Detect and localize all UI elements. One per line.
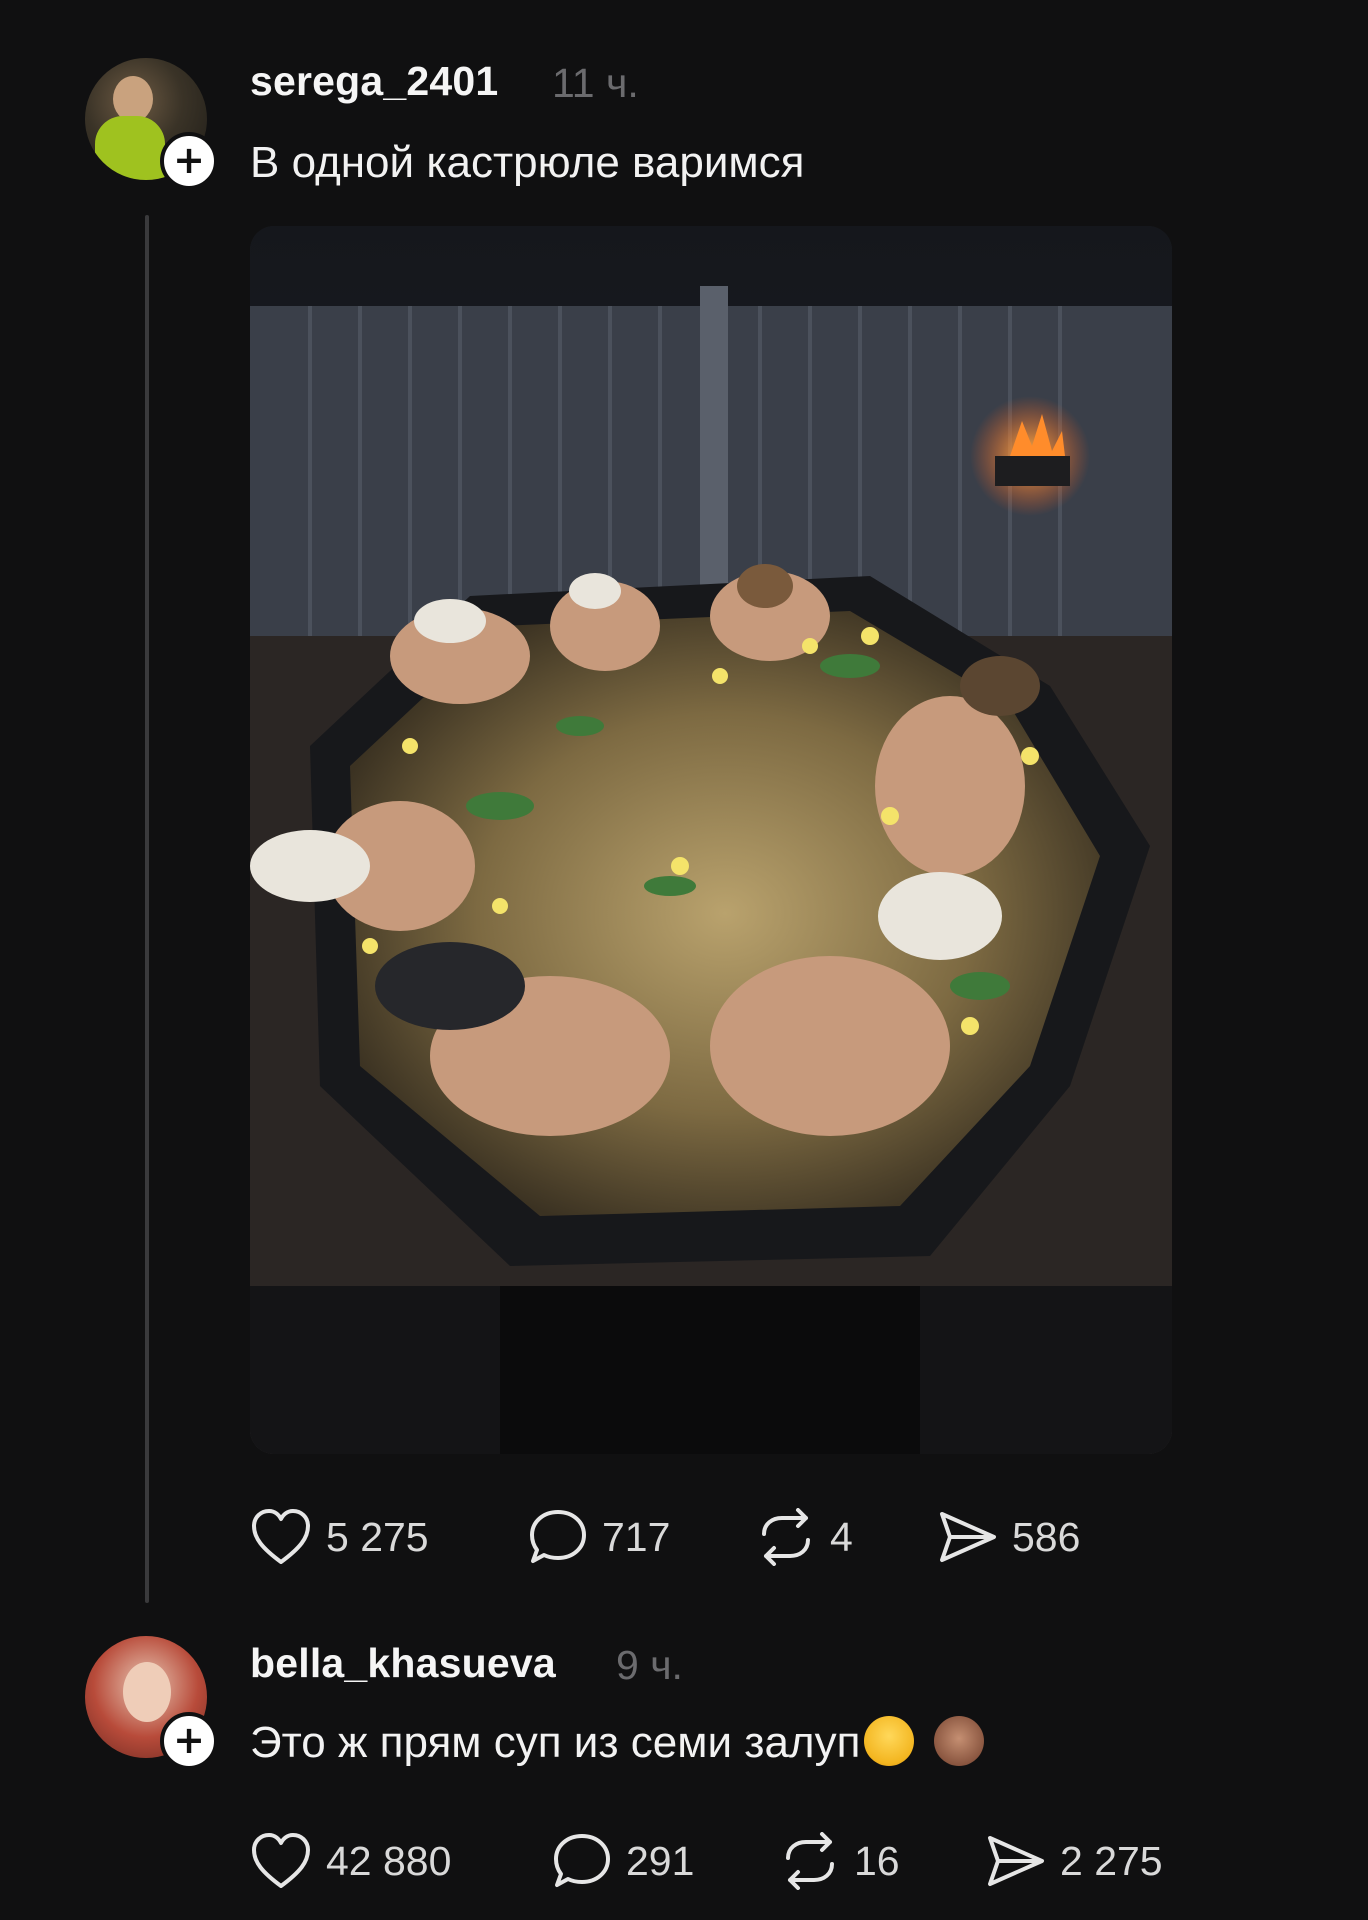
repost-button[interactable]: 4 [756, 1508, 853, 1566]
hot-tub-photo [250, 226, 1172, 1454]
reply-share-count: 2 275 [1060, 1837, 1163, 1884]
face-with-tears-of-joy-icon [864, 1716, 915, 1767]
like-count: 5 275 [326, 1513, 429, 1560]
follow-plus-icon[interactable]: + [160, 1712, 218, 1770]
reply-text: Это ж прям суп из семи залуп [250, 1718, 861, 1767]
repost-arrows-icon [786, 1832, 834, 1890]
reply-like-button[interactable]: 42 880 [250, 1832, 451, 1890]
post-text: В одной кастрюле варимся [250, 138, 805, 187]
reply-username[interactable]: bella_khasueva [250, 1640, 556, 1687]
reply-repost-count: 16 [854, 1837, 900, 1884]
send-arrow-icon [988, 1836, 1044, 1886]
heart-icon [252, 1509, 310, 1564]
like-button[interactable]: 5 275 [250, 1508, 429, 1566]
repost-count: 4 [830, 1513, 853, 1560]
heart-icon [252, 1833, 310, 1888]
reply-timestamp[interactable]: 9 ч. [616, 1642, 683, 1689]
see-no-evil-monkey-icon [934, 1716, 985, 1767]
send-arrow-icon [940, 1512, 996, 1562]
reply-like-count: 42 880 [326, 1837, 452, 1884]
avatar-vest [95, 116, 165, 180]
post-timestamp[interactable]: 11 ч. [552, 60, 639, 107]
thread-view: + serega_2401 11 ч. В одной кастрюле вар… [0, 0, 1368, 1920]
post-username[interactable]: serega_2401 [250, 58, 498, 105]
comment-button[interactable]: 717 [528, 1508, 670, 1566]
comment-count: 717 [602, 1513, 671, 1560]
avatar-face [123, 1662, 171, 1722]
reply-text-row: Это ж прям суп из семи залуп [250, 1716, 985, 1770]
share-count: 586 [1012, 1513, 1081, 1560]
follow-plus-icon[interactable]: + [160, 132, 218, 190]
post-image[interactable] [250, 226, 1172, 1454]
comment-bubble-icon [530, 1510, 586, 1563]
reply-share-button[interactable]: 2 275 [986, 1832, 1163, 1890]
repost-arrows-icon [762, 1508, 810, 1566]
reply-repost-button[interactable]: 16 [780, 1832, 900, 1890]
reply-comment-button[interactable]: 291 [552, 1832, 694, 1890]
reply-comment-count: 291 [626, 1837, 695, 1884]
thread-connector-line [145, 215, 149, 1603]
comment-bubble-icon [554, 1834, 610, 1887]
share-button[interactable]: 586 [938, 1508, 1080, 1566]
